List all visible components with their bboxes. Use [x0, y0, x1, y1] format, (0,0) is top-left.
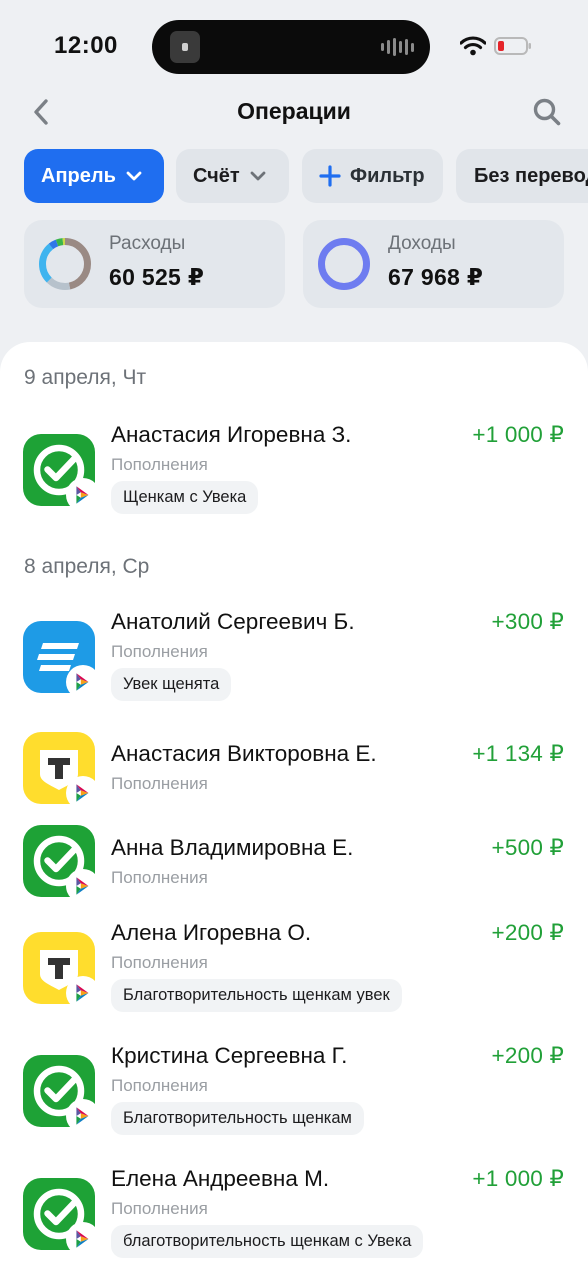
income-value: 67 968 ₽	[388, 264, 484, 290]
operation-name: Анастасия Игоревна З.	[111, 422, 352, 447]
month-filter-label: Апрель	[41, 164, 116, 187]
operation-name: Анастасия Викторовна Е.	[111, 741, 377, 766]
operation-name: Кристина Сергеевна Г.	[111, 1043, 348, 1068]
income-card[interactable]: Доходы 67 968 ₽	[303, 220, 564, 308]
operation-category: Пополнения	[111, 868, 208, 887]
operation-amount: +1 000 ₽	[472, 1166, 564, 1191]
battery-low-icon	[494, 37, 531, 55]
operation-comment: Щенкам с Увека	[111, 481, 259, 514]
operation-category: Пополнения	[111, 455, 208, 474]
sbp-badge-icon	[66, 869, 100, 903]
expenses-value: 60 525 ₽	[109, 264, 205, 290]
operation-name: Анна Владимировна Е.	[111, 835, 354, 860]
operation-category: Пополнения	[111, 774, 208, 793]
sbp-badge-icon	[66, 1099, 100, 1133]
no-transfers-label: Без переводов	[474, 164, 588, 187]
month-filter-chip[interactable]: Апрель	[24, 149, 164, 203]
operation-category: Пополнения	[111, 1076, 208, 1095]
expenses-label: Расходы	[109, 233, 186, 254]
status-bar: 12:00	[0, 0, 588, 90]
operation-name: Анатолий Сергеевич Б.	[111, 609, 355, 634]
account-filter-label: Счёт	[193, 164, 240, 187]
filter-chips: Апрель Счёт Фильтр Без переводов	[0, 149, 588, 203]
operation-comment: Благотворительность щенкам	[111, 1102, 364, 1135]
chevron-down-icon	[126, 171, 142, 181]
sbp-badge-icon	[66, 976, 100, 1010]
operation-comment: благотворительность щенкам с Увека	[111, 1225, 424, 1258]
audio-waveform-icon	[381, 38, 414, 56]
filter-chip[interactable]: Фильтр	[302, 149, 443, 203]
operation-amount: +300 ₽	[491, 609, 564, 634]
operation-comment: Увек щенята	[111, 668, 232, 701]
operation-category: Пополнения	[111, 953, 208, 972]
now-playing-artwork	[170, 31, 200, 63]
sbp-badge-icon	[66, 776, 100, 810]
expenses-donut-chart	[39, 238, 91, 290]
operation-name: Елена Андреевна М.	[111, 1166, 330, 1191]
chevron-down-icon	[250, 171, 266, 181]
operation-amount: +200 ₽	[491, 920, 564, 945]
operation-category: Пополнения	[111, 1199, 208, 1218]
wifi-icon	[460, 36, 486, 56]
account-filter-chip[interactable]: Счёт	[176, 149, 289, 203]
search-icon	[533, 98, 561, 126]
operation-amount: +500 ₽	[491, 835, 564, 860]
operation-category: Пополнения	[111, 642, 208, 661]
operation-name: Алена Игоревна О.	[111, 920, 312, 945]
no-transfers-chip[interactable]: Без переводов	[456, 149, 588, 203]
sbp-badge-icon	[66, 1222, 100, 1256]
plus-icon	[319, 165, 341, 187]
operation-amount: +1 134 ₽	[472, 741, 564, 766]
search-button[interactable]	[530, 94, 564, 130]
filter-label: Фильтр	[350, 164, 425, 187]
page-title: Операции	[237, 98, 351, 124]
dynamic-island	[152, 20, 430, 74]
operation-amount: +200 ₽	[491, 1043, 564, 1068]
date-header: 8 апреля, Ср	[24, 555, 150, 578]
operation-amount: +1 000 ₽	[472, 422, 564, 447]
operation-comment: Благотворительность щенкам увек	[111, 979, 402, 1012]
income-label: Доходы	[388, 233, 456, 254]
income-donut-chart	[318, 238, 370, 290]
status-time: 12:00	[54, 32, 118, 59]
sbp-badge-icon	[66, 665, 100, 699]
sbp-badge-icon	[66, 478, 100, 512]
date-header: 9 апреля, Чт	[24, 366, 147, 389]
expenses-card[interactable]: Расходы 60 525 ₽	[24, 220, 285, 308]
